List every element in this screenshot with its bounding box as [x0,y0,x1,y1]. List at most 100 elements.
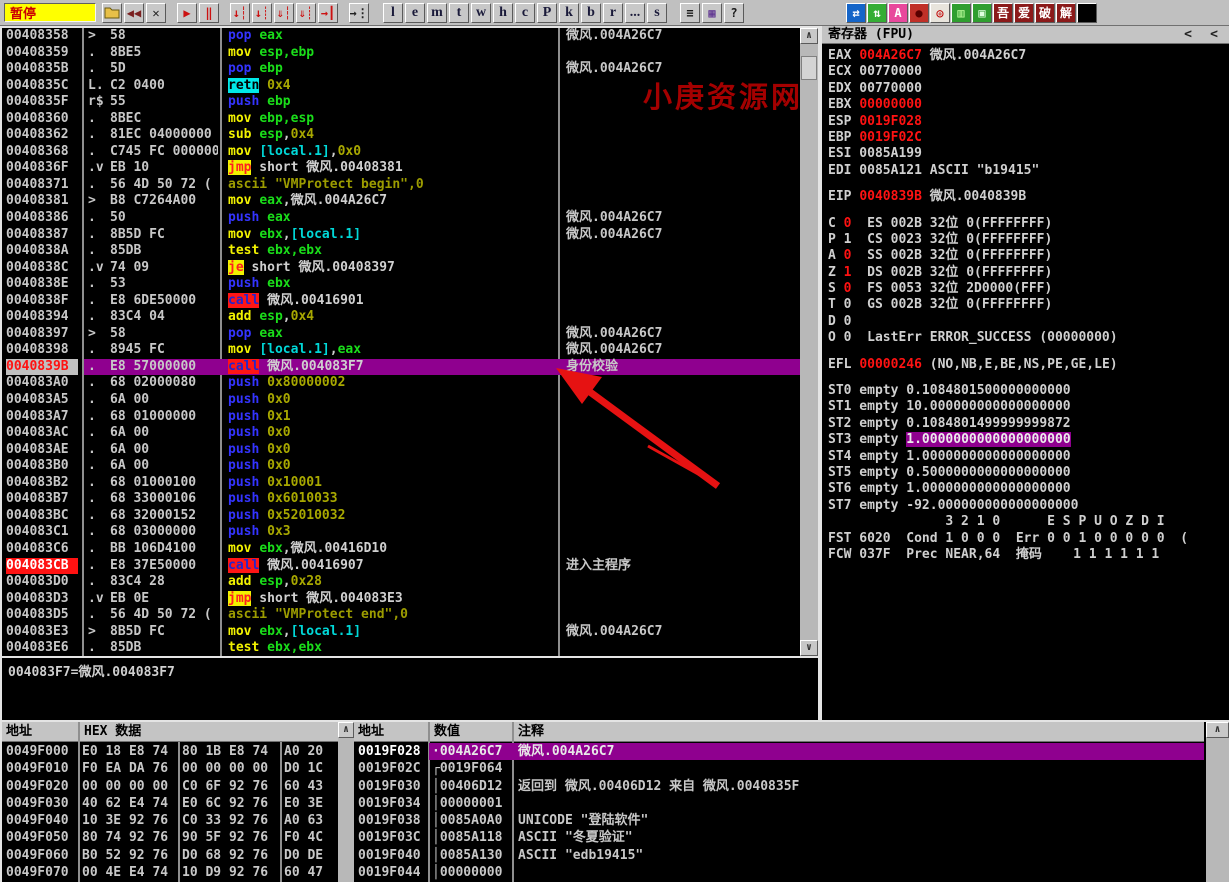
close-program-button[interactable]: ✕ [146,3,166,23]
stack-header-address[interactable]: 地址 [358,722,384,741]
handles-window-button[interactable]: h [493,3,513,23]
stack-header-value[interactable]: 数值 [434,722,460,741]
disasm-row[interactable]: 004083A5.6A 00push 0x0 [2,392,800,409]
disasm-row[interactable]: 004083E6.85DBtest ebx,ebx [2,640,800,656]
windows-window-button[interactable]: w [471,3,491,23]
dump-row[interactable]: 0049F07000 4E E4 7410 D9 92 7660 47 [2,864,338,881]
stack-header-comment[interactable]: 注释 [518,722,544,741]
monitor-icon-button[interactable]: ▣ [972,3,992,23]
stack-row[interactable]: 0019F038│0085A0A0UNICODE "登陆软件" [354,812,1204,829]
disasm-row[interactable]: 004083E3>8B5D FCmov ebx,[local.1]微风.004A… [2,624,800,641]
pause-button[interactable]: ‖ [199,3,219,23]
disasm-row[interactable]: 00408368.C745 FC 00000000mov [local.1],0… [2,144,800,161]
step-over-button[interactable]: ↓┊ [252,3,272,23]
register-line[interactable]: ST7 empty -92.000000000000000000 [828,498,1229,514]
dump-row[interactable]: 0049F02000 00 00 00C0 6F 92 7660 43 [2,778,338,795]
stack-row[interactable]: 0019F02C┌0019F064 [354,760,1204,777]
registers-pane[interactable]: 寄存器 (FPU) < < EAX 004A26C7 微风.004A26C7EC… [820,26,1229,720]
disasm-row[interactable]: 004083D0.83C4 28add esp,0x28 [2,574,800,591]
register-line[interactable]: T 0 GS 002B 32位 0(FFFFFFFF) [828,297,1229,313]
options-menu-button[interactable]: ≡ [680,3,700,23]
run-to-selection-button[interactable]: →┃ [318,3,338,23]
step-into-button[interactable]: ↓┆ [230,3,250,23]
register-line[interactable]: O 0 LastErr ERROR_SUCCESS (00000000) [828,330,1229,346]
register-line[interactable]: EIP 0040839B 微风.0040839B [828,189,1229,205]
disasm-row[interactable]: 004083B7.68 33000106push 0x6010033 [2,491,800,508]
dump-row[interactable]: 0049F000E0 18 E8 7480 1B E8 74A0 20 [2,743,338,760]
scroll-down-icon[interactable]: ∨ [800,640,818,656]
references-window-button[interactable]: r [603,3,623,23]
disasm-row[interactable]: 00408397>58pop eax微风.004A26C7 [2,326,800,343]
disasm-row[interactable]: 00408398.8945 FCmov [local.1],eax微风.004A… [2,342,800,359]
register-line[interactable]: FCW 037F Prec NEAR,64 掩码 1 1 1 1 1 1 [828,547,1229,563]
register-line[interactable]: EBP 0019F02C [828,130,1229,146]
execute-till-return-button[interactable]: →⋮ [349,3,369,23]
disasm-row[interactable]: 00408358>58pop eax微风.004A26C7 [2,28,800,45]
register-line[interactable]: EBX 00000000 [828,97,1229,113]
disasm-row[interactable]: 0040836F.vEB 10jmp short 微风.00408381 [2,160,800,177]
disasm-row[interactable]: 004083D3.vEB 0Ejmp short 微风.004083E3 [2,591,800,608]
register-line[interactable]: ECX 00770000 [828,64,1229,80]
dump-header-hex[interactable]: HEX 数据 [84,722,141,741]
brand-po-button[interactable]: 破 [1035,3,1055,23]
register-line[interactable]: EDX 00770000 [828,81,1229,97]
disasm-row[interactable]: 004083AC.6A 00push 0x0 [2,425,800,442]
source-window-button[interactable]: s [647,3,667,23]
executables-window-button[interactable]: e [405,3,425,23]
disasm-row[interactable]: 0040839B.E8 57000000call 微风.004083F7身份校验 [2,359,800,376]
register-line[interactable]: FST 6020 Cond 1 0 0 0 Err 0 0 1 0 0 0 0 … [828,531,1229,547]
breakpoints-window-button[interactable]: b [581,3,601,23]
updown-icon-button[interactable]: ⇅ [867,3,887,23]
register-line[interactable]: ESI 0085A199 [828,146,1229,162]
appearance-button[interactable]: ▦ [702,3,722,23]
stack-row[interactable]: 0019F034│00000001 [354,795,1204,812]
disasm-row[interactable]: 004083A0.68 02000080push 0x80000002 [2,375,800,392]
disasm-scrollbar[interactable]: ∧ ∨ [800,28,818,656]
brand-ai-button[interactable]: 爱 [1014,3,1034,23]
cpu-window-button[interactable]: c [515,3,535,23]
disasm-row[interactable]: 00408381>B8 C7264A00mov eax,微风.004A26C7 [2,193,800,210]
register-line[interactable]: ST5 empty 0.5000000000000000000 [828,465,1229,481]
stack-row[interactable]: 0019F030│00406D12返回到 微风.00406D12 来自 微风.0… [354,778,1204,795]
open-file-button[interactable] [102,3,122,23]
register-line[interactable]: ST4 empty 1.0000000000000000000 [828,449,1229,465]
disasm-row[interactable]: 004083CB.E8 37E50000call 微风.00416907进入主程… [2,558,800,575]
register-line[interactable]: ST2 empty 0.1084801499999999872 [828,416,1229,432]
register-line[interactable]: EFL 00000246 (NO,NB,E,BE,NS,PE,GE,LE) [828,357,1229,373]
disasm-row[interactable]: 00408359.8BE5mov esp,ebp [2,45,800,62]
register-line[interactable]: ST0 empty 0.1084801500000000000 [828,383,1229,399]
register-line[interactable]: A 0 SS 002B 32位 0(FFFFFFFF) [828,248,1229,264]
patches-window-button[interactable]: P [537,3,557,23]
scroll-thumb[interactable] [801,56,817,80]
disasm-row[interactable]: 00408362.81EC 04000000sub esp,0x4 [2,127,800,144]
animate-over-button[interactable]: ⇓┊ [296,3,316,23]
dump-row[interactable]: 0049F05080 74 92 7690 5F 92 76F0 4C [2,829,338,846]
collapse-right-button[interactable]: < [1205,26,1223,43]
dump-pane[interactable]: 地址 HEX 数据 0049F000E0 18 E8 7480 1B E8 74… [0,722,338,882]
stack-pane[interactable]: 地址 数值 注释 0019F028·004A26C7微风.004A26C7001… [354,722,1204,882]
dump-row[interactable]: 0049F03040 62 E4 74E0 6C 92 76E0 3E [2,795,338,812]
register-line[interactable]: Z 1 DS 002B 32位 0(FFFFFFFF) [828,265,1229,281]
dump-row[interactable]: 0049F04010 3E 92 76C0 33 92 76A0 63 [2,812,338,829]
register-line[interactable]: ESP 0019F028 [828,114,1229,130]
register-line[interactable]: EDI 0085A121 ASCII "b19415" [828,163,1229,179]
dump-header-address[interactable]: 地址 [6,722,32,741]
stack-row[interactable]: 0019F03C│0085A118ASCII "冬夏验证" [354,829,1204,846]
record-icon-button[interactable]: ● [909,3,929,23]
scroll-up-icon[interactable]: ∧ [800,28,818,44]
disasm-row[interactable]: 0040838C.v74 09je short 微风.00408397 [2,260,800,277]
register-line[interactable]: D 0 [828,314,1229,330]
stack-row[interactable]: 0019F040│0085A130ASCII "edb19415" [354,847,1204,864]
restart-button[interactable]: ◀◀ [124,3,144,23]
register-line[interactable]: P 1 CS 0023 32位 0(FFFFFFFF) [828,232,1229,248]
plugin-icon-button[interactable]: ▥ [951,3,971,23]
dump-row[interactable]: 0049F010F0 EA DA 7600 00 00 00D0 1C [2,760,338,777]
run-trace-window-button[interactable]: ... [625,3,645,23]
register-line[interactable]: ST3 empty 1.0000000000000000000 [828,432,1229,448]
disasm-row[interactable]: 004083C6.BB 106D4100mov ebx,微风.00416D10 [2,541,800,558]
threads-window-button[interactable]: t [449,3,469,23]
disasm-row[interactable]: 004083A7.68 01000000push 0x1 [2,409,800,426]
dump-row[interactable]: 0049F060B0 52 92 76D0 68 92 76D0 DE [2,847,338,864]
run-button[interactable]: ▶ [177,3,197,23]
disasm-row[interactable]: 004083C1.68 03000000push 0x3 [2,524,800,541]
